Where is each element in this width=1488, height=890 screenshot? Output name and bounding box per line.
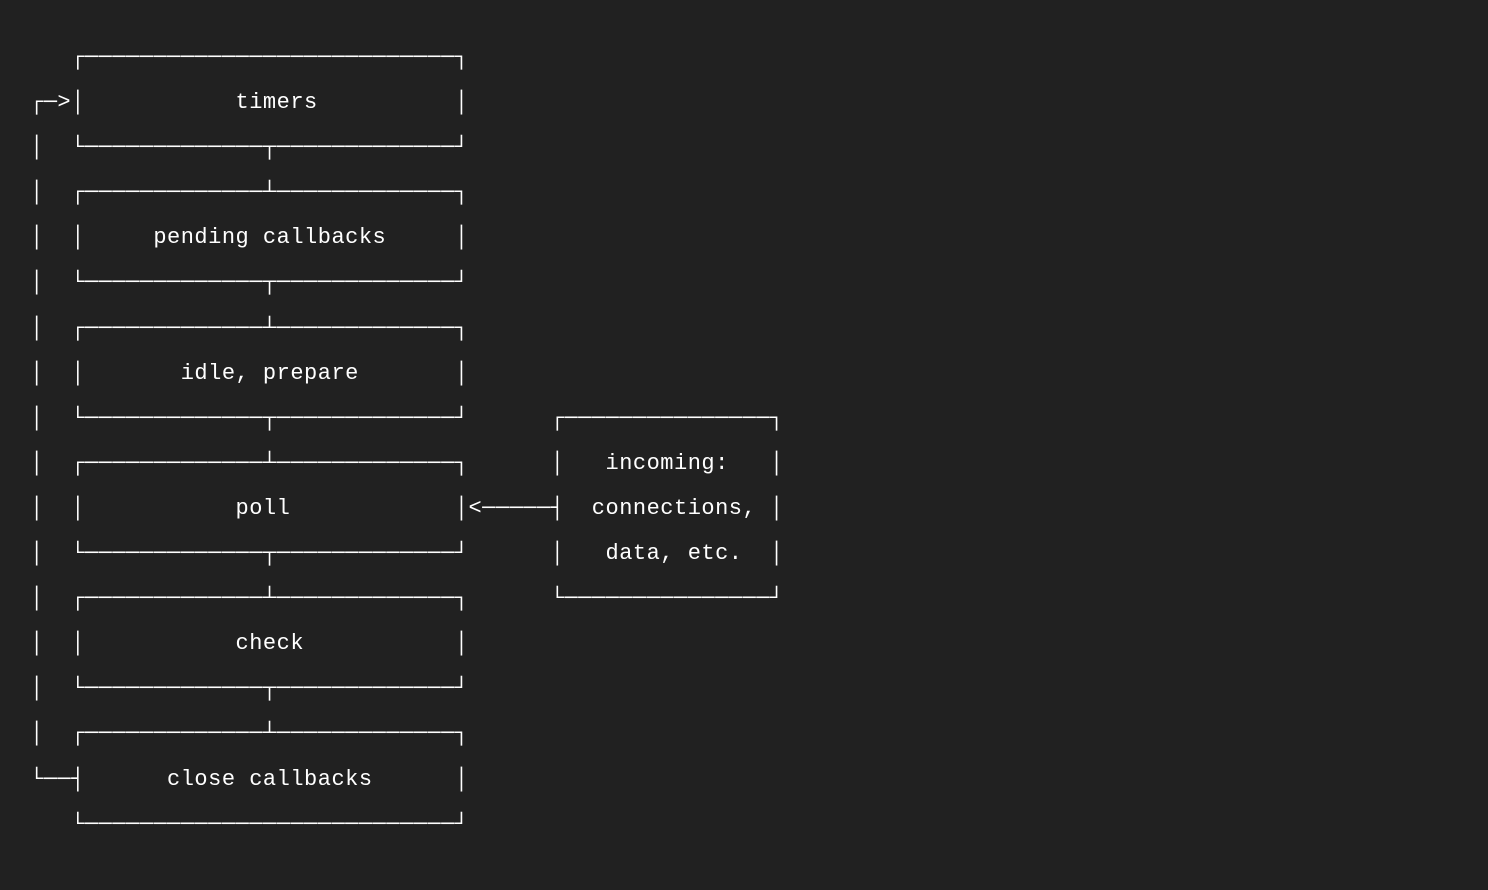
diagram-line: │ ┌─────────────┴─────────────┐ │ incomi… [30,451,784,476]
diagram-line: │ └─────────────┬─────────────┘ ┌───────… [30,406,784,431]
diagram-line: │ ┌─────────────┴─────────────┐ [30,316,468,341]
event-loop-diagram: ┌───────────────────────────┐ ┌─>│ timer… [0,0,1488,882]
diagram-line: └──┤ close callbacks │ [30,767,468,792]
diagram-line: │ ┌─────────────┴─────────────┐ └───────… [30,586,784,611]
diagram-line: │ │ idle, prepare │ [30,361,468,386]
diagram-line: │ ┌─────────────┴─────────────┐ [30,180,468,205]
diagram-line: └───────────────────────────┘ [30,812,468,837]
diagram-line: ┌─>│ timers │ [30,90,468,115]
diagram-line: │ └─────────────┬─────────────┘ [30,270,468,295]
diagram-line: │ │ check │ [30,631,468,656]
diagram-line: │ └─────────────┬─────────────┘ [30,135,468,160]
diagram-line: │ │ poll │<─────┤ connections, │ [30,496,784,521]
diagram-line: ┌───────────────────────────┐ [30,45,468,70]
diagram-line: │ └─────────────┬─────────────┘ │ data, … [30,541,784,566]
diagram-line: │ │ pending callbacks │ [30,225,468,250]
diagram-line: │ ┌─────────────┴─────────────┐ [30,721,468,746]
diagram-line: │ └─────────────┬─────────────┘ [30,676,468,701]
